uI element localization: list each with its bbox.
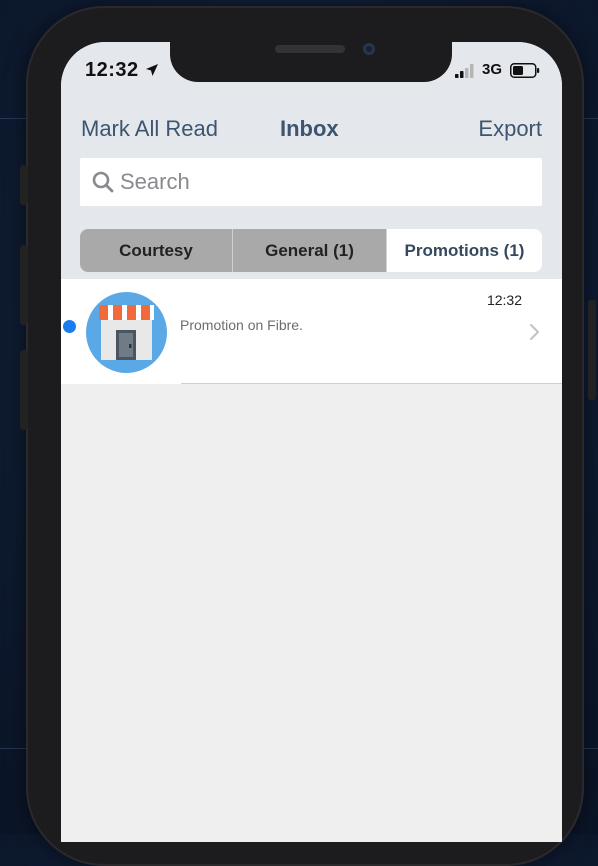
front-camera — [363, 43, 375, 55]
unread-indicator — [63, 320, 76, 333]
phone-screen: 12:32 3G Mark All Read Inbox Export Sear… — [61, 42, 562, 842]
storefront-icon — [86, 292, 167, 373]
tab-general[interactable]: General (1) — [233, 229, 387, 272]
phone-notch — [170, 36, 452, 82]
battery-icon — [510, 63, 540, 78]
status-time: 12:32 — [85, 59, 139, 81]
volume-up-button — [20, 245, 28, 325]
message-preview: Promotion on Fibre. — [180, 317, 303, 333]
signal-icon — [455, 64, 474, 78]
message-row[interactable]: Promotion on Fibre. 12:32 — [61, 279, 562, 384]
volume-down-button — [20, 350, 28, 430]
tab-courtesy[interactable]: Courtesy — [80, 229, 233, 272]
search-icon — [92, 171, 114, 193]
message-list: Promotion on Fibre. 12:32 — [61, 279, 562, 384]
export-button[interactable]: Export — [478, 116, 542, 142]
search-input[interactable] — [120, 158, 520, 206]
search-bar[interactable] — [80, 158, 542, 206]
power-button — [588, 300, 596, 400]
page-title: Inbox — [280, 116, 339, 141]
mute-switch — [20, 165, 28, 205]
chevron-right-icon — [529, 323, 540, 341]
location-arrow-icon — [146, 64, 158, 76]
tab-promotions[interactable]: Promotions (1) — [387, 229, 542, 272]
row-divider — [181, 383, 562, 384]
earpiece-speaker — [275, 45, 345, 53]
mark-all-read-button[interactable]: Mark All Read — [81, 116, 218, 142]
message-time: 12:32 — [486, 292, 522, 308]
network-type: 3G — [482, 61, 503, 78]
category-tabs: Courtesy General (1) Promotions (1) — [80, 229, 542, 272]
